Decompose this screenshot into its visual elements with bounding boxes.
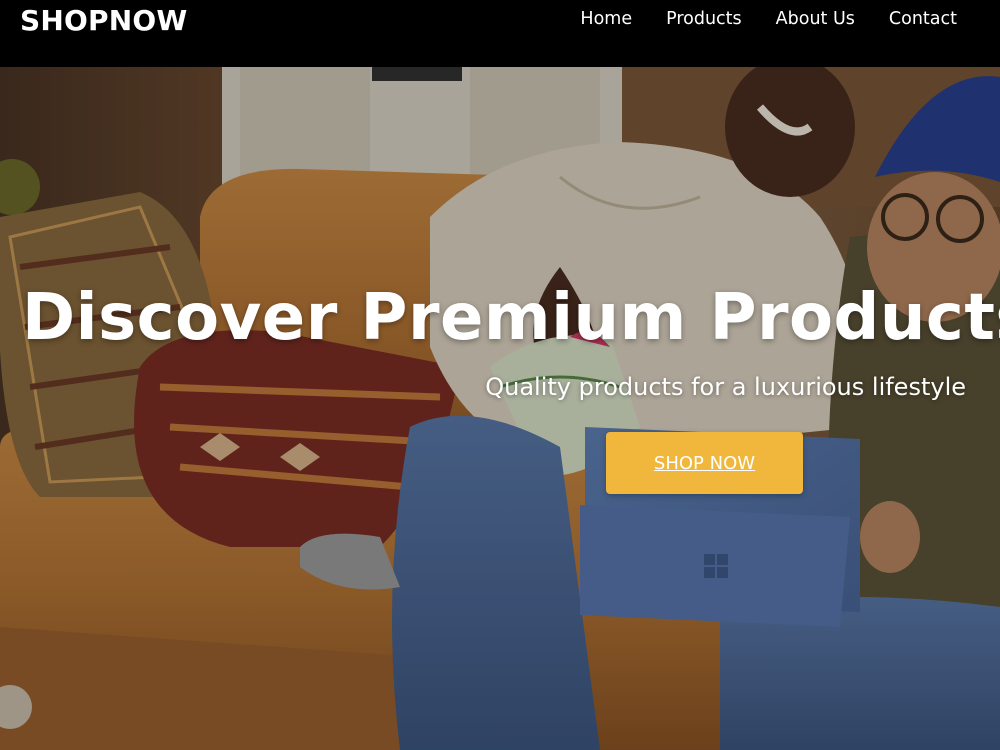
hero-dark-overlay bbox=[0, 67, 1000, 750]
shop-now-button[interactable]: SHOP NOW bbox=[606, 432, 803, 494]
brand-logo[interactable]: SHOPNOW bbox=[20, 4, 187, 37]
nav-link-products[interactable]: Products bbox=[666, 9, 742, 29]
nav-link-contact[interactable]: Contact bbox=[889, 9, 957, 29]
hero-title: Discover Premium Products o bbox=[22, 281, 1000, 355]
hero-section: Discover Premium Products o Quality prod… bbox=[0, 67, 1000, 750]
shop-now-label: SHOP NOW bbox=[653, 452, 756, 474]
hero-subtitle: Quality products for a luxurious lifesty… bbox=[485, 373, 966, 401]
nav-link-about-us[interactable]: About Us bbox=[776, 9, 855, 29]
nav-link-home[interactable]: Home bbox=[580, 9, 632, 29]
top-navbar: SHOPNOW Home Products About Us Contact bbox=[0, 0, 1000, 67]
nav-menu: Home Products About Us Contact bbox=[580, 9, 957, 29]
